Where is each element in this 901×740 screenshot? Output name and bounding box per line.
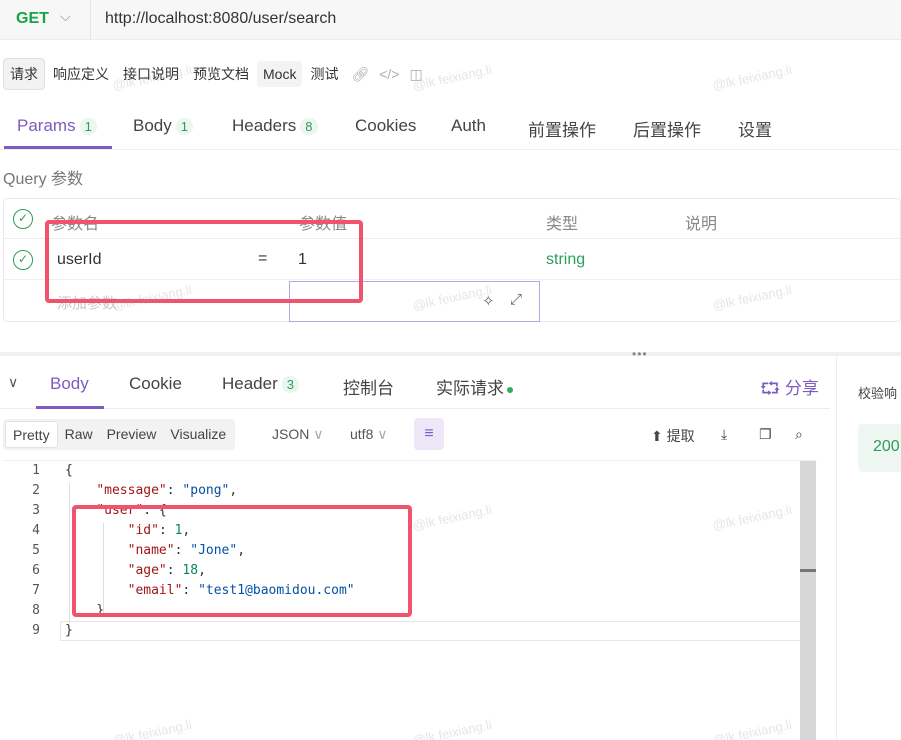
scroll-thumb[interactable] [800, 569, 816, 572]
tab-response-cookie[interactable]: Cookie [129, 374, 182, 394]
tab-auth[interactable]: Auth [451, 116, 486, 136]
url-separator [90, 0, 91, 40]
code-line: "message": "pong", [96, 483, 238, 498]
request-tabs: Params 1 Body 1 Headers 8 Cookies Auth 前置操作… [0, 108, 901, 150]
split-view-icon[interactable]: ◫ [409, 66, 422, 83]
tab-response-header[interactable]: Header 3 [222, 374, 299, 394]
format-select[interactable]: JSON ∨ [272, 426, 323, 443]
share-button[interactable]: ⮔︎ 分享 [760, 374, 819, 405]
highlight-annotation-params [45, 220, 363, 303]
tool-request[interactable]: 请求 [3, 58, 45, 90]
status-dot [507, 386, 513, 393]
line-number: 5 [32, 543, 40, 558]
view-preview[interactable]: Preview [100, 421, 164, 448]
highlight-annotation-response [72, 505, 412, 617]
tab-params[interactable]: Params 1 [17, 116, 97, 136]
active-tab-indicator [36, 406, 104, 409]
tab-response-body[interactable]: Body [50, 374, 89, 394]
tab-post-actions[interactable]: 后置操作 [633, 116, 701, 141]
line-number: 9 [32, 623, 40, 638]
tab-pre-actions[interactable]: 前置操作 [528, 116, 596, 141]
magic-wand-icon[interactable]: ✧ [482, 292, 495, 310]
view-raw[interactable]: Raw [58, 421, 100, 448]
line-number: 4 [32, 523, 40, 538]
status-badge: 200 [858, 424, 901, 472]
tab-console[interactable]: 控制台 [343, 374, 394, 399]
current-line-highlight [60, 621, 816, 641]
wrap-lines-icon[interactable]: ≡ [414, 418, 444, 450]
tab-body[interactable]: Body 1 [133, 116, 193, 136]
line-number: 7 [32, 583, 40, 598]
line-number: 1 [32, 463, 40, 478]
line-number: 3 [32, 503, 40, 518]
method-select[interactable]: GET [16, 10, 49, 28]
row-enabled-checkbox[interactable]: ✓ [13, 250, 33, 270]
panel-divider[interactable] [0, 352, 901, 356]
encoding-select[interactable]: utf8 ∨ [350, 426, 388, 443]
header-param-type: 类型 [546, 216, 579, 233]
line-number: 6 [32, 563, 40, 578]
code-line: { [65, 463, 73, 478]
tool-mock[interactable]: Mock [257, 61, 303, 87]
response-tabs [0, 365, 830, 409]
chevron-down-icon[interactable]: ∨ [8, 374, 18, 391]
code-icon[interactable]: </> [379, 66, 399, 82]
chevron-down-icon[interactable]: ⌵ [60, 8, 71, 25]
line-number: 2 [32, 483, 40, 498]
json-message-value: "pong" [182, 483, 230, 498]
code-line: } [65, 623, 73, 638]
validate-response-label: 校验响 [858, 386, 898, 401]
sub-toolbar: 请求 响应定义 接口说明 预览文档 Mock 测试 🔗︎ </> ◫ [3, 58, 428, 90]
extract-button[interactable]: ⬆︎ 提取 [651, 426, 695, 446]
url-input[interactable]: http://localhost:8080/user/search [105, 10, 336, 28]
header-param-desc: 说明 [685, 216, 718, 233]
expand-icon[interactable]: ⤢ [510, 291, 522, 308]
tab-settings[interactable]: 设置 [738, 116, 772, 141]
extract-icon: ⬆︎ [651, 428, 663, 444]
view-visualize[interactable]: Visualize [163, 421, 233, 448]
drag-handle-icon[interactable]: ••• [632, 347, 648, 361]
query-params-label: Query 参数 [3, 171, 84, 188]
tab-cookies[interactable]: Cookies [355, 116, 416, 136]
chevron-down-icon: ∨ [377, 426, 388, 442]
tool-response-definition[interactable]: 响应定义 [47, 59, 115, 89]
side-pane-divider [836, 356, 837, 740]
line-number: 8 [32, 603, 40, 618]
tool-api-description[interactable]: 接口说明 [117, 59, 185, 89]
watermark: @lk feixiang.li [711, 61, 794, 94]
tab-actual-request[interactable]: 实际请求 [436, 374, 513, 399]
chevron-down-icon: ∨ [313, 426, 324, 442]
select-all-checkbox[interactable]: ✓ [13, 209, 33, 229]
active-tab-indicator [4, 146, 112, 149]
tool-test[interactable]: 测试 [304, 59, 344, 89]
search-icon[interactable]: ⌕ [795, 426, 803, 443]
copy-icon[interactable]: ❐ [759, 426, 772, 443]
link-icon[interactable]: 🔗︎ [351, 66, 369, 83]
share-icon: ⮔︎ [760, 379, 781, 398]
editor-scrollbar[interactable] [800, 461, 816, 740]
view-mode-segmented: Pretty Raw Preview Visualize [3, 419, 236, 450]
param-type-select[interactable]: string [546, 251, 585, 269]
tool-preview-doc[interactable]: 预览文档 [187, 59, 255, 89]
download-icon[interactable]: ⤓ [721, 426, 727, 443]
view-pretty[interactable]: Pretty [5, 421, 58, 448]
tab-headers[interactable]: Headers 8 [232, 116, 318, 136]
